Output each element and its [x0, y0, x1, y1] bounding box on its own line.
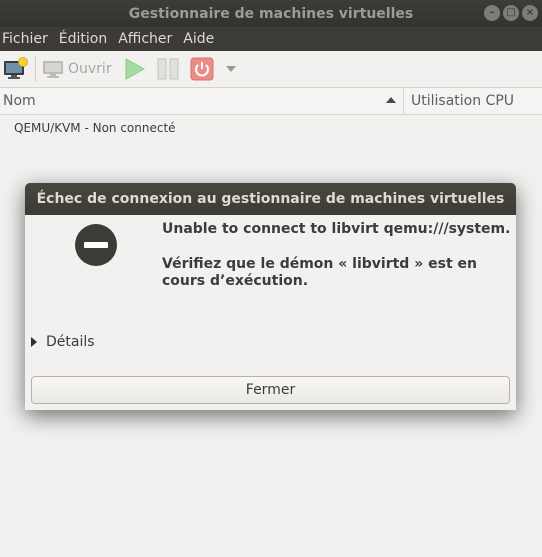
power-icon [190, 57, 214, 81]
details-label: Détails [46, 334, 95, 350]
maximize-button[interactable]: □ [503, 5, 519, 21]
shutdown-button[interactable] [190, 57, 214, 81]
vm-list-header: Nom Utilisation CPU [0, 88, 542, 115]
dialog-secondary-text: Vérifiez que le démon « libvirtd » est e… [162, 256, 477, 289]
minimize-button[interactable]: – [484, 5, 500, 21]
error-dialog: Échec de connexion au gestionnaire de ma… [25, 183, 516, 410]
toolbar-separator [35, 56, 36, 82]
window-controls: – □ × [484, 5, 538, 21]
window-title: Gestionnaire de machines virtuelles [128, 5, 414, 22]
menu-fichier[interactable]: Fichier [0, 31, 53, 47]
column-cpu-usage[interactable]: Utilisation CPU [411, 93, 514, 109]
expander-arrow-icon [31, 337, 37, 347]
toolbar: Ouvrir [0, 51, 542, 88]
dropdown-arrow-icon [225, 66, 236, 72]
menu-afficher[interactable]: Afficher [116, 31, 177, 47]
column-name[interactable]: Nom [3, 93, 36, 109]
menu-edition[interactable]: Édition [57, 31, 112, 47]
shutdown-menu-button[interactable] [225, 65, 236, 73]
new-vm-button[interactable] [3, 57, 29, 81]
pause-icon [157, 58, 179, 80]
error-icon [75, 224, 117, 266]
close-button[interactable]: × [522, 5, 538, 21]
menu-aide[interactable]: Aide [181, 31, 219, 47]
monitor-icon [43, 61, 63, 78]
open-button[interactable]: Ouvrir [42, 59, 112, 79]
menu-bar: Fichier Édition Afficher Aide [0, 27, 542, 51]
connection-row[interactable]: QEMU/KVM - Non connecté [14, 121, 176, 135]
pause-button[interactable] [156, 57, 180, 81]
sort-ascending-icon [386, 97, 396, 103]
details-expander[interactable]: Détails [31, 334, 95, 350]
column-divider[interactable] [403, 88, 404, 115]
run-button[interactable] [122, 57, 146, 81]
window-titlebar: Gestionnaire de machines virtuelles – □ … [0, 0, 542, 27]
dialog-primary-text: Unable to connect to libvirt qemu:///sys… [162, 221, 511, 237]
close-dialog-button[interactable]: Fermer [31, 376, 510, 404]
dialog-title: Échec de connexion au gestionnaire de ma… [25, 183, 516, 215]
open-button-label: Ouvrir [68, 61, 112, 77]
play-icon [125, 58, 145, 80]
new-vm-icon [4, 57, 28, 79]
